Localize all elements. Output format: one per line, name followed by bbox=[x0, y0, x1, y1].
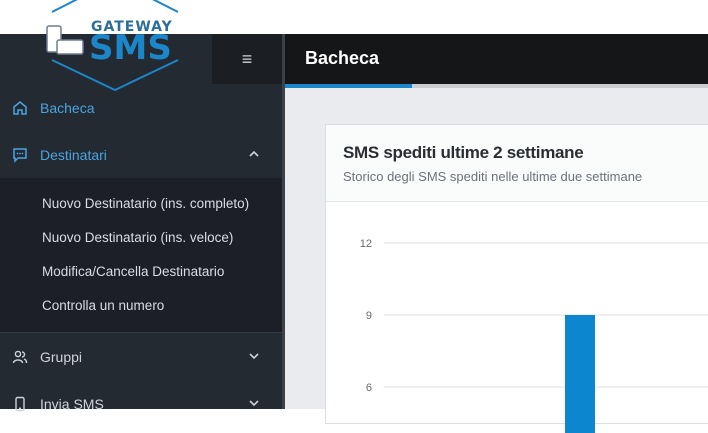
chart-bar[interactable] bbox=[565, 315, 595, 433]
card-header: SMS spediti ultime 2 settimane Storico d… bbox=[326, 125, 708, 202]
sidebar-item-destinatari[interactable]: Destinatari bbox=[0, 131, 282, 178]
sidebar-item-label: Invia SMS bbox=[40, 395, 104, 412]
chevron-up-icon bbox=[248, 147, 260, 163]
sidebar-item-label: Destinatari bbox=[40, 146, 107, 163]
message-icon bbox=[12, 147, 28, 163]
users-icon bbox=[12, 349, 28, 365]
chevron-down-icon bbox=[248, 396, 260, 412]
phone-icon bbox=[12, 396, 28, 412]
sidebar-nav: Bacheca Destinatari Nuovo Destinatario (… bbox=[0, 84, 282, 427]
logo[interactable]: GATEWAY SMS bbox=[40, 0, 190, 92]
home-icon bbox=[12, 100, 28, 116]
y-tick-label: 9 bbox=[366, 310, 372, 322]
submenu-item-controlla-numero[interactable]: Controlla un numero bbox=[0, 288, 282, 322]
submenu-item-nuovo-veloce[interactable]: Nuovo Destinatario (ins. veloce) bbox=[0, 220, 282, 254]
chevron-down-icon bbox=[248, 349, 260, 365]
page-title: Bacheca bbox=[305, 48, 380, 68]
bar-chart: 12 9 6 bbox=[360, 238, 708, 433]
sidebar-item-label: Gruppi bbox=[40, 348, 83, 365]
sidebar-item-gruppi[interactable]: Gruppi bbox=[0, 333, 282, 380]
y-tick-label: 6 bbox=[366, 382, 372, 394]
submenu-item-nuovo-completo[interactable]: Nuovo Destinatario (ins. completo) bbox=[0, 186, 282, 220]
destinatari-submenu: Nuovo Destinatario (ins. completo) Nuovo… bbox=[0, 178, 282, 332]
main-content: SMS spediti ultime 2 settimane Storico d… bbox=[285, 88, 708, 433]
hamburger-icon: ≡ bbox=[241, 48, 253, 69]
sidebar-item-label: Bacheca bbox=[40, 99, 95, 116]
top-header: Bacheca bbox=[285, 34, 708, 84]
chart-card: SMS spediti ultime 2 settimane Storico d… bbox=[325, 124, 708, 433]
sidebar-toggle-button[interactable]: ≡ bbox=[212, 34, 282, 84]
submenu-item-modifica-cancella[interactable]: Modifica/Cancella Destinatario bbox=[0, 254, 282, 288]
logo-sms-text: SMS bbox=[89, 28, 172, 68]
card-subtitle: Storico degli SMS spediti nelle ultime d… bbox=[343, 169, 643, 184]
y-tick-label: 12 bbox=[360, 238, 372, 250]
sidebar-item-invia-sms[interactable]: Invia SMS bbox=[0, 380, 282, 427]
card-title: SMS spediti ultime 2 settimane bbox=[343, 143, 584, 162]
